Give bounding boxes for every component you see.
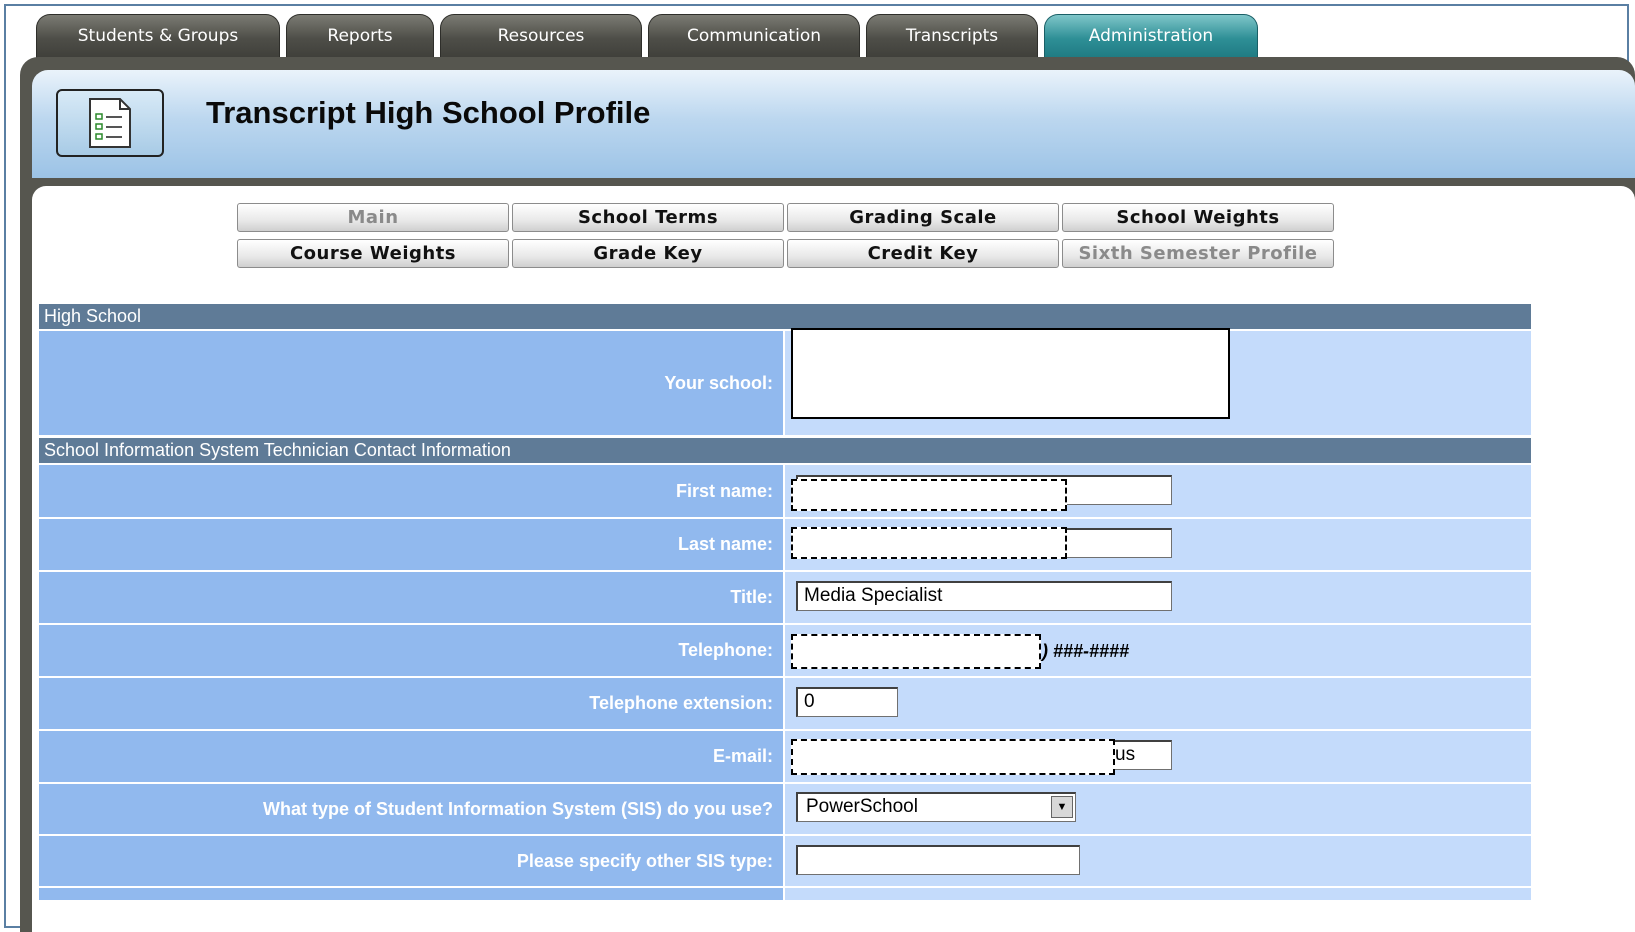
form-row-next — [39, 888, 1531, 900]
form-row-other-sis: Please specify other SIS type: — [39, 836, 1531, 888]
field-value-cell — [785, 519, 1531, 570]
field-value-cell: us — [785, 731, 1531, 782]
field-label: E-mail: — [39, 731, 783, 782]
subnav-credit-key[interactable]: Credit Key — [787, 239, 1059, 268]
sis-type-selected-value: PowerSchool — [806, 796, 918, 817]
field-value-cell: ) ###-#### — [785, 625, 1531, 676]
field-label: What type of Student Information System … — [39, 784, 783, 834]
sis-type-select[interactable]: PowerSchool ▼ — [796, 792, 1076, 822]
telephone-extension-field[interactable]: 0 — [796, 687, 898, 717]
subnav-school-weights[interactable]: School Weights — [1062, 203, 1334, 232]
subnav-grading-scale[interactable]: Grading Scale — [787, 203, 1059, 232]
field-label: Your school: — [39, 331, 783, 435]
dropdown-arrow-icon[interactable]: ▼ — [1051, 796, 1073, 818]
subnav-course-weights[interactable]: Course Weights — [237, 239, 509, 268]
tab-resources[interactable]: Resources — [440, 14, 642, 58]
field-value-cell — [785, 328, 1531, 435]
checklist-document-icon — [56, 89, 164, 157]
field-value-cell: 0 — [785, 678, 1531, 729]
field-label: Last name: — [39, 519, 783, 570]
title-field[interactable]: Media Specialist — [796, 581, 1172, 611]
tab-reports[interactable]: Reports — [286, 14, 434, 58]
field-value-cell — [785, 836, 1531, 886]
field-value-cell: PowerSchool ▼ — [785, 784, 1531, 834]
redaction-box — [791, 527, 1067, 559]
telephone-format-hint: ) ###-#### — [1042, 641, 1130, 661]
field-label: Please specify other SIS type: — [39, 836, 783, 886]
other-sis-label: Please specify other SIS type: — [516, 850, 773, 871]
last-name-label: Last name: — [677, 534, 773, 554]
form-row-telephone: Telephone: ) ###-#### — [39, 625, 1531, 678]
tab-transcripts[interactable]: Transcripts — [866, 14, 1038, 58]
telephone-extension-label: Telephone extension: — [589, 693, 773, 713]
first-name-label: First name: — [675, 480, 773, 501]
field-value-cell — [785, 888, 1531, 900]
form-row-last-name: Last name: — [39, 519, 1531, 572]
subnav-main[interactable]: Main — [237, 203, 509, 232]
form-row-your-school: Your school: — [39, 328, 1531, 437]
field-label: First name: — [39, 465, 783, 517]
email-field[interactable] — [791, 739, 1115, 775]
email-label: E-mail: — [712, 746, 773, 766]
title-label: Title: — [730, 587, 773, 607]
form-row-title: Title: Media Specialist — [39, 572, 1531, 625]
field-label: Telephone: — [39, 625, 783, 676]
redaction-box — [791, 479, 1067, 511]
form-row-telephone-extension: Telephone extension: 0 — [39, 678, 1531, 731]
form-row-first-name: First name: — [39, 465, 1531, 519]
email-domain-field[interactable]: us — [1107, 740, 1172, 770]
sis-type-label: What type of Student Information System … — [262, 798, 773, 819]
field-label — [39, 888, 783, 900]
field-value-cell: Media Specialist — [785, 572, 1531, 623]
field-value-cell — [785, 465, 1531, 517]
field-label: Title: — [39, 572, 783, 623]
telephone-label: Telephone: — [678, 640, 773, 660]
subnav-grade-key[interactable]: Grade Key — [512, 239, 784, 268]
field-label: Telephone extension: — [39, 678, 783, 729]
form-row-email: E-mail: us — [39, 731, 1531, 784]
tab-students-groups[interactable]: Students & Groups — [36, 14, 280, 58]
tab-communication[interactable]: Communication — [648, 14, 860, 58]
your-school-field[interactable] — [791, 328, 1230, 419]
telephone-field[interactable] — [791, 634, 1041, 669]
subnav-school-terms[interactable]: School Terms — [512, 203, 784, 232]
section-header-high-school: High School — [39, 304, 1531, 329]
page-title: Transcript High School Profile — [206, 95, 651, 130]
section-header-contact: School Information System Technician Con… — [39, 438, 1531, 463]
your-school-label: Your school: — [664, 372, 773, 393]
subnav-sixth-semester-profile[interactable]: Sixth Semester Profile — [1062, 239, 1334, 268]
form-row-sis-type: What type of Student Information System … — [39, 784, 1531, 836]
tab-administration[interactable]: Administration — [1044, 14, 1258, 58]
other-sis-field[interactable] — [796, 845, 1080, 875]
